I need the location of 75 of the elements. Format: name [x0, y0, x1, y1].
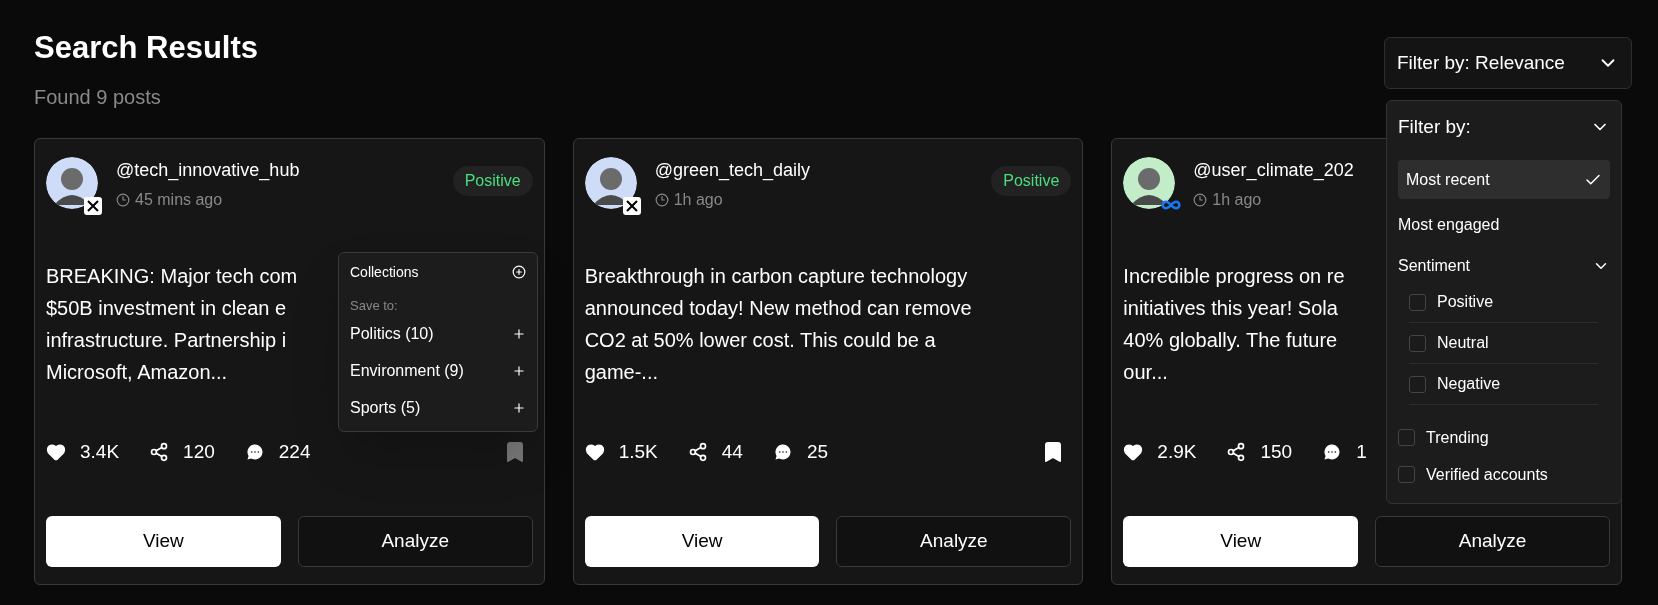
comment-count: 224 [278, 440, 311, 464]
page-title: Search Results [34, 29, 258, 67]
filter-option: Trending [1426, 425, 1489, 450]
checkbox[interactable] [1398, 429, 1415, 446]
sentiment-badge: Positive [452, 166, 533, 196]
post-text: BREAKING: Major tech com [46, 264, 298, 289]
share-count: 150 [1260, 440, 1293, 464]
save-to-label: Save to: [350, 297, 399, 315]
share-icon[interactable] [1226, 442, 1247, 463]
view-button[interactable]: View [46, 516, 281, 567]
analyze-button[interactable]: Analyze [836, 516, 1072, 567]
collection-item[interactable]: Politics (10) [350, 315, 526, 353]
clock-icon [1193, 193, 1208, 207]
username: @tech_innovative_hub [116, 159, 300, 183]
filter-menu-title: Filter by: [1398, 114, 1471, 139]
sentiment-badge: Positive [991, 166, 1072, 196]
share-icon[interactable] [687, 442, 708, 463]
plus-icon [512, 364, 526, 378]
post-time: 1h ago [673, 190, 723, 210]
post-text: 40% globally. The future [1123, 328, 1338, 353]
sentiment-option: Neutral [1437, 331, 1489, 355]
post-text: Incredible progress on re [1123, 264, 1345, 289]
cross-logo-icon [622, 197, 641, 215]
comment-count: 1 [1356, 440, 1367, 464]
post-text: initiatives this year! Sola [1123, 296, 1338, 321]
like-count: 3.4K [80, 440, 120, 464]
analyze-button[interactable]: Analyze [297, 516, 533, 567]
sentiment-group[interactable]: Sentiment [1398, 250, 1610, 282]
share-icon[interactable] [149, 442, 170, 463]
plus-icon [512, 401, 526, 415]
cross-logo-icon [84, 197, 102, 215]
filter-dropdown[interactable]: Filter by: Relevance [1384, 37, 1632, 89]
like-count: 1.5K [618, 440, 658, 464]
filter-option[interactable]: Most recent [1398, 160, 1610, 199]
post-text: announced today! New method can remove [584, 296, 972, 321]
post-time: 45 mins ago [135, 190, 223, 210]
checkbox[interactable] [1409, 334, 1426, 352]
clock-icon [116, 193, 130, 207]
filter-option[interactable]: Most engaged [1398, 205, 1610, 244]
filter-option: Verified accounts [1426, 462, 1548, 487]
comment-count: 25 [806, 440, 829, 464]
heart-icon[interactable] [584, 442, 605, 463]
checkbox[interactable] [1409, 293, 1426, 311]
post-text: CO2 at 50% lower cost. This could be a [584, 328, 936, 353]
checkbox[interactable] [1398, 466, 1415, 483]
collection-item[interactable]: Sports (5) [350, 389, 526, 427]
sentiment-option: Positive [1437, 290, 1494, 314]
post-text: Microsoft, Amazon... [46, 360, 228, 385]
view-button[interactable]: View [1123, 516, 1359, 567]
post-text: infrastructure. Partnership i [46, 328, 287, 353]
post-text: game-... [584, 360, 658, 385]
heart-icon[interactable] [46, 442, 66, 463]
share-count: 120 [183, 440, 215, 464]
share-count: 44 [721, 440, 743, 464]
clock-icon [654, 193, 669, 207]
post-text: our... [1123, 360, 1168, 385]
comment-icon[interactable] [772, 442, 793, 463]
plus-icon [512, 327, 526, 341]
sentiment-option: Negative [1437, 372, 1501, 396]
post-text: Breakthrough in carbon capture technology [584, 264, 968, 289]
like-count: 2.9K [1157, 440, 1197, 464]
comment-icon[interactable] [1322, 442, 1343, 463]
collections-title: Collections [350, 262, 419, 282]
checkbox[interactable] [1409, 375, 1426, 393]
post-time: 1h ago [1212, 190, 1262, 210]
add-collection-icon[interactable] [512, 265, 526, 279]
analyze-button[interactable]: Analyze [1375, 516, 1610, 567]
username: @green_tech_daily [654, 159, 811, 183]
collection-item[interactable]: Environment (9) [350, 352, 526, 390]
username: @user_climate_202 [1193, 159, 1354, 183]
comment-icon[interactable] [244, 442, 265, 463]
post-text: $50B investment in clean e [46, 296, 287, 321]
results-count: Found 9 posts [34, 84, 162, 110]
view-button[interactable]: View [584, 516, 820, 567]
heart-icon[interactable] [1123, 442, 1144, 463]
